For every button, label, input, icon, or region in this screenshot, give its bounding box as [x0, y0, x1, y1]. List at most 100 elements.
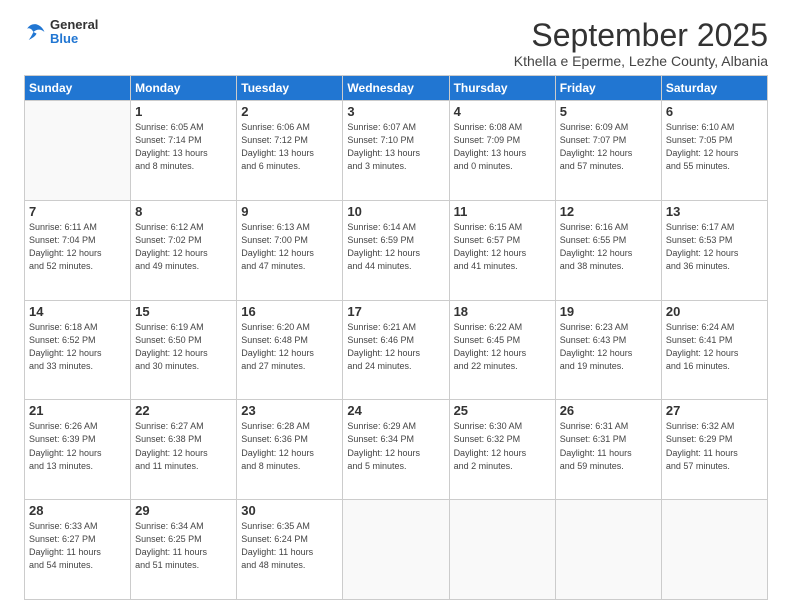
calendar-cell: [449, 500, 555, 600]
day-detail: Sunrise: 6:34 AM Sunset: 6:25 PM Dayligh…: [135, 520, 232, 572]
calendar-cell: 8Sunrise: 6:12 AM Sunset: 7:02 PM Daylig…: [131, 200, 237, 300]
weekday-header: Sunday: [25, 76, 131, 101]
day-detail: Sunrise: 6:07 AM Sunset: 7:10 PM Dayligh…: [347, 121, 444, 173]
logo-bird-icon: [24, 21, 46, 43]
calendar-cell: 3 Sunrise: 6:07 AM Sunset: 7:10 PM Daylig…: [343, 101, 449, 201]
calendar-cell: 4 Sunrise: 6:08 AM Sunset: 7:09 PM Daylig…: [449, 101, 555, 201]
day-detail: Sunrise: 6:30 AM Sunset: 6:32 PM Dayligh…: [454, 420, 551, 472]
day-detail: Sunrise: 6:16 AM Sunset: 6:55 PM Dayligh…: [560, 221, 657, 273]
header: General Blue September 2025 Kthella e Ep…: [24, 18, 768, 69]
day-number: 2: [241, 104, 338, 119]
day-detail: Sunrise: 6:32 AM Sunset: 6:29 PM Dayligh…: [666, 420, 763, 472]
weekday-header: Monday: [131, 76, 237, 101]
day-detail: Sunrise: 6:18 AM Sunset: 6:52 PM Dayligh…: [29, 321, 126, 373]
day-detail: Sunrise: 6:05 AM Sunset: 7:14 PM Dayligh…: [135, 121, 232, 173]
day-detail: Sunrise: 6:23 AM Sunset: 6:43 PM Dayligh…: [560, 321, 657, 373]
day-number: 14: [29, 304, 126, 319]
calendar-cell: 18Sunrise: 6:22 AM Sunset: 6:45 PM Dayli…: [449, 300, 555, 400]
calendar-week-row: 1 Sunrise: 6:05 AM Sunset: 7:14 PM Daylig…: [25, 101, 768, 201]
calendar-cell: 1 Sunrise: 6:05 AM Sunset: 7:14 PM Daylig…: [131, 101, 237, 201]
calendar-cell: 12 Sunrise: 6:16 AM Sunset: 6:55 PM Dayli…: [555, 200, 661, 300]
calendar-cell: 2Sunrise: 6:06 AM Sunset: 7:12 PM Daylig…: [237, 101, 343, 201]
weekday-header: Tuesday: [237, 76, 343, 101]
calendar-cell: 14 Sunrise: 6:18 AM Sunset: 6:52 PM Dayli…: [25, 300, 131, 400]
day-number: 22: [135, 403, 232, 418]
title-block: September 2025 Kthella e Eperme, Lezhe C…: [514, 18, 768, 69]
weekday-header: Friday: [555, 76, 661, 101]
day-number: 3: [347, 104, 444, 119]
day-detail: Sunrise: 6:13 AM Sunset: 7:00 PM Dayligh…: [241, 221, 338, 273]
calendar-cell: 13Sunrise: 6:17 AM Sunset: 6:53 PM Dayli…: [661, 200, 767, 300]
day-detail: Sunrise: 6:19 AM Sunset: 6:50 PM Dayligh…: [135, 321, 232, 373]
day-detail: Sunrise: 6:09 AM Sunset: 7:07 PM Dayligh…: [560, 121, 657, 173]
calendar-cell: 28Sunrise: 6:33 AM Sunset: 6:27 PM Dayli…: [25, 500, 131, 600]
calendar-cell: 6 Sunrise: 6:10 AM Sunset: 7:05 PM Daylig…: [661, 101, 767, 201]
calendar-week-row: 14 Sunrise: 6:18 AM Sunset: 6:52 PM Dayli…: [25, 300, 768, 400]
day-number: 9: [241, 204, 338, 219]
day-detail: Sunrise: 6:08 AM Sunset: 7:09 PM Dayligh…: [454, 121, 551, 173]
calendar-week-row: 21 Sunrise: 6:26 AM Sunset: 6:39 PM Dayli…: [25, 400, 768, 500]
calendar-week-row: 7 Sunrise: 6:11 AM Sunset: 7:04 PM Daylig…: [25, 200, 768, 300]
day-number: 10: [347, 204, 444, 219]
calendar-cell: [661, 500, 767, 600]
calendar-cell: 7 Sunrise: 6:11 AM Sunset: 7:04 PM Daylig…: [25, 200, 131, 300]
day-number: 11: [454, 204, 551, 219]
day-detail: Sunrise: 6:31 AM Sunset: 6:31 PM Dayligh…: [560, 420, 657, 472]
day-detail: Sunrise: 6:21 AM Sunset: 6:46 PM Dayligh…: [347, 321, 444, 373]
calendar-cell: 10Sunrise: 6:14 AM Sunset: 6:59 PM Dayli…: [343, 200, 449, 300]
calendar-cell: 27 Sunrise: 6:32 AM Sunset: 6:29 PM Dayli…: [661, 400, 767, 500]
calendar-cell: [555, 500, 661, 600]
logo: General Blue: [24, 18, 98, 47]
day-detail: Sunrise: 6:29 AM Sunset: 6:34 PM Dayligh…: [347, 420, 444, 472]
day-detail: Sunrise: 6:10 AM Sunset: 7:05 PM Dayligh…: [666, 121, 763, 173]
day-number: 17: [347, 304, 444, 319]
day-detail: Sunrise: 6:26 AM Sunset: 6:39 PM Dayligh…: [29, 420, 126, 472]
day-number: 29: [135, 503, 232, 518]
calendar-cell: 11Sunrise: 6:15 AM Sunset: 6:57 PM Dayli…: [449, 200, 555, 300]
day-number: 1: [135, 104, 232, 119]
day-detail: Sunrise: 6:12 AM Sunset: 7:02 PM Dayligh…: [135, 221, 232, 273]
calendar-cell: 24Sunrise: 6:29 AM Sunset: 6:34 PM Dayli…: [343, 400, 449, 500]
day-number: 6: [666, 104, 763, 119]
day-number: 5: [560, 104, 657, 119]
day-number: 21: [29, 403, 126, 418]
day-number: 27: [666, 403, 763, 418]
day-number: 4: [454, 104, 551, 119]
logo-blue: Blue: [50, 32, 98, 46]
weekday-header: Thursday: [449, 76, 555, 101]
calendar-cell: 30 Sunrise: 6:35 AM Sunset: 6:24 PM Dayli…: [237, 500, 343, 600]
day-number: 28: [29, 503, 126, 518]
calendar-cell: [343, 500, 449, 600]
day-number: 12: [560, 204, 657, 219]
day-detail: Sunrise: 6:35 AM Sunset: 6:24 PM Dayligh…: [241, 520, 338, 572]
day-number: 20: [666, 304, 763, 319]
logo-general: General: [50, 18, 98, 32]
day-number: 25: [454, 403, 551, 418]
calendar-cell: 29 Sunrise: 6:34 AM Sunset: 6:25 PM Dayli…: [131, 500, 237, 600]
day-number: 7: [29, 204, 126, 219]
subtitle: Kthella e Eperme, Lezhe County, Albania: [514, 53, 768, 69]
weekday-header: Wednesday: [343, 76, 449, 101]
day-number: 23: [241, 403, 338, 418]
calendar-cell: [25, 101, 131, 201]
day-detail: Sunrise: 6:17 AM Sunset: 6:53 PM Dayligh…: [666, 221, 763, 273]
calendar-cell: 26 Sunrise: 6:31 AM Sunset: 6:31 PM Dayli…: [555, 400, 661, 500]
calendar-table: SundayMondayTuesdayWednesdayThursdayFrid…: [24, 75, 768, 600]
day-detail: Sunrise: 6:27 AM Sunset: 6:38 PM Dayligh…: [135, 420, 232, 472]
day-detail: Sunrise: 6:28 AM Sunset: 6:36 PM Dayligh…: [241, 420, 338, 472]
day-detail: Sunrise: 6:11 AM Sunset: 7:04 PM Dayligh…: [29, 221, 126, 273]
calendar-cell: 21 Sunrise: 6:26 AM Sunset: 6:39 PM Dayli…: [25, 400, 131, 500]
month-title: September 2025: [514, 18, 768, 53]
day-number: 15: [135, 304, 232, 319]
calendar-week-row: 28Sunrise: 6:33 AM Sunset: 6:27 PM Dayli…: [25, 500, 768, 600]
day-detail: Sunrise: 6:20 AM Sunset: 6:48 PM Dayligh…: [241, 321, 338, 373]
day-number: 19: [560, 304, 657, 319]
calendar-header-row: SundayMondayTuesdayWednesdayThursdayFrid…: [25, 76, 768, 101]
calendar-cell: 25 Sunrise: 6:30 AM Sunset: 6:32 PM Dayli…: [449, 400, 555, 500]
day-detail: Sunrise: 6:22 AM Sunset: 6:45 PM Dayligh…: [454, 321, 551, 373]
logo-text: General Blue: [50, 18, 98, 47]
day-number: 26: [560, 403, 657, 418]
day-number: 16: [241, 304, 338, 319]
calendar-cell: 16 Sunrise: 6:20 AM Sunset: 6:48 PM Dayli…: [237, 300, 343, 400]
day-number: 30: [241, 503, 338, 518]
